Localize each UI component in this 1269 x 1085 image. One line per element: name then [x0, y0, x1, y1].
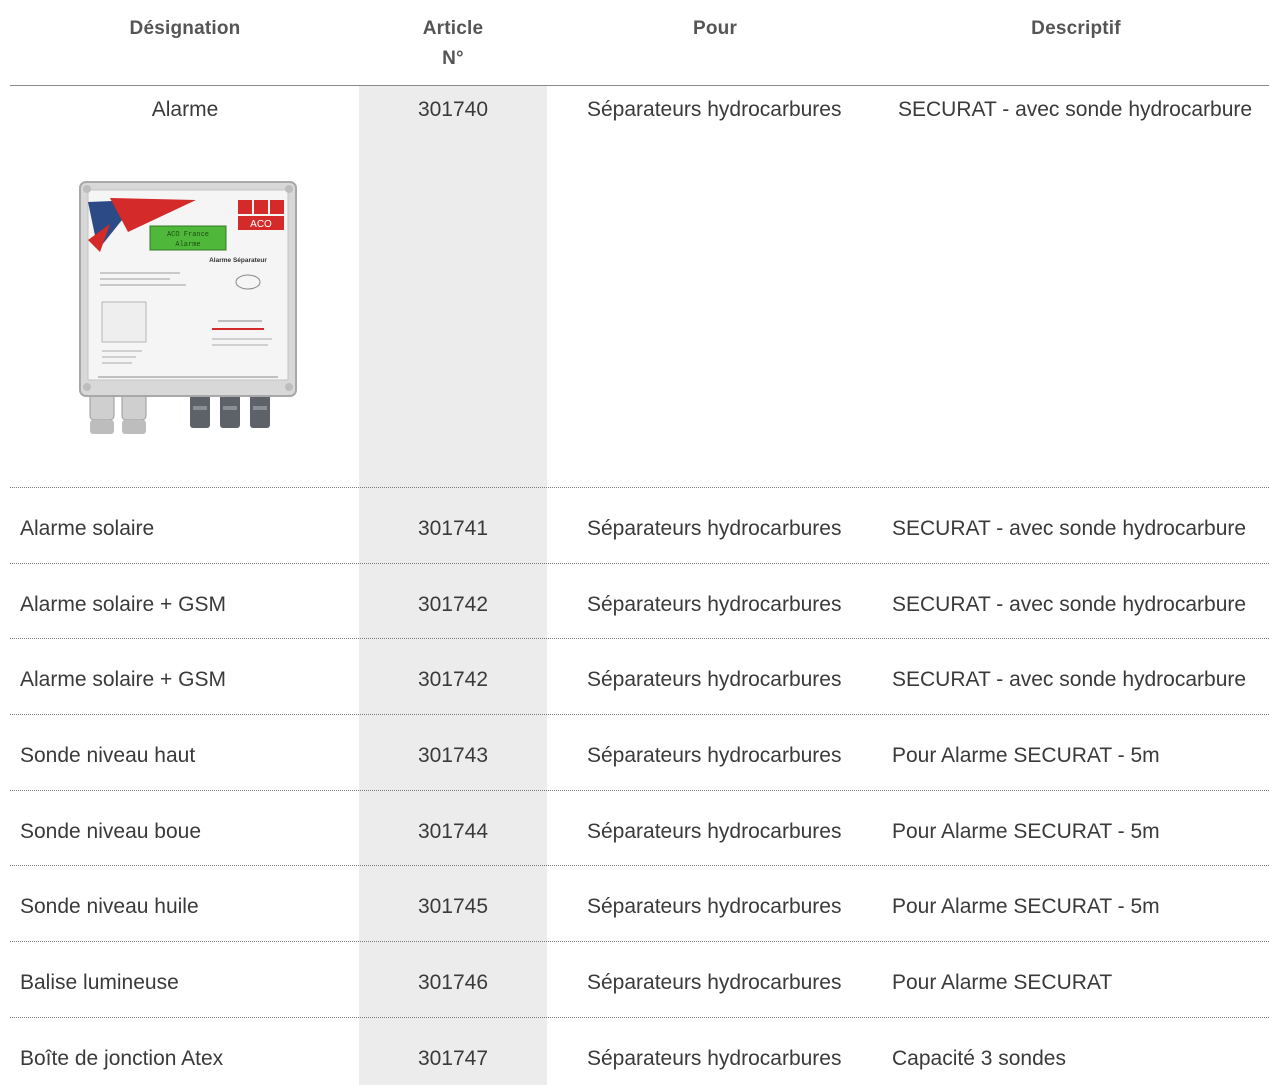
product-table: Désignation Article N° Pour Descriptif A… [0, 0, 1269, 1085]
cell-designation: Balise lumineuse [20, 971, 179, 994]
cell-article: 301742 [417, 593, 489, 616]
row-divider [10, 1017, 1269, 1018]
cell-pour: Séparateurs hydrocarbures [587, 744, 842, 767]
row-divider [10, 941, 1269, 942]
cell-descriptif: SECURAT - avec sonde hydrocarbure [892, 668, 1247, 691]
header-designation: Désignation [129, 18, 241, 39]
cell-descriptif: Pour Alarme SECURAT - 5m [892, 744, 1160, 767]
table-header: Désignation Article N° Pour Descriptif [0, 0, 1269, 86]
header-article-line1: Article [422, 18, 484, 39]
cell-article: 301741 [417, 517, 489, 540]
row-divider [10, 714, 1269, 715]
header-pour: Pour [692, 18, 738, 39]
row-divider [10, 563, 1269, 564]
cell-pour: Séparateurs hydrocarbures [587, 971, 842, 994]
svg-text:Alarme Séparateur: Alarme Séparateur [209, 257, 267, 264]
cell-article: 301740 [417, 98, 489, 121]
cell-pour: Séparateurs hydrocarbures [587, 820, 842, 843]
cell-article: 301747 [417, 1047, 489, 1070]
row-divider [10, 487, 1269, 488]
cell-pour: Séparateurs hydrocarbures [587, 895, 842, 918]
row-divider [10, 638, 1269, 639]
cell-pour: Séparateurs hydrocarbures [587, 1047, 842, 1070]
cell-pour: Séparateurs hydrocarbures [587, 593, 842, 616]
cell-designation: Alarme solaire [20, 517, 155, 540]
row-divider [10, 790, 1269, 791]
cell-descriptif: Pour Alarme SECURAT - 5m [892, 895, 1160, 918]
cell-designation: Sonde niveau haut [20, 744, 196, 767]
cell-designation: Alarme solaire + GSM [20, 668, 226, 691]
cell-designation: Sonde niveau huile [20, 895, 199, 918]
cell-descriptif: SECURAT - avec sonde hydrocarbure [892, 517, 1247, 540]
cell-designation: Alarme solaire + GSM [20, 593, 226, 616]
svg-text:Alarme: Alarme [175, 241, 200, 249]
cell-article: 301745 [417, 895, 489, 918]
header-article-line2: N° [442, 48, 464, 69]
article-column-shading [359, 86, 547, 1085]
cell-pour: Séparateurs hydrocarbures [587, 668, 842, 691]
svg-text:ACO: ACO [250, 219, 272, 230]
cell-designation: Alarme [151, 98, 219, 121]
cell-article: 301742 [417, 668, 489, 691]
cell-descriptif: SECURAT - avec sonde hydrocarbure [898, 98, 1253, 121]
cell-article: 301746 [417, 971, 489, 994]
cell-descriptif: Pour Alarme SECURAT - 5m [892, 820, 1160, 843]
header-descriptif: Descriptif [1031, 18, 1121, 39]
cell-descriptif: Capacité 3 sondes [892, 1047, 1066, 1070]
header-article: Article N° [359, 14, 547, 74]
cell-article: 301744 [417, 820, 489, 843]
svg-text:ACO France: ACO France [167, 231, 209, 239]
cell-descriptif: Pour Alarme SECURAT [892, 971, 1113, 994]
alarm-unit-image: ACO ACO France Alarme Alarme Séparateur [79, 181, 297, 434]
row-divider [10, 865, 1269, 866]
cell-pour: Séparateurs hydrocarbures [587, 517, 842, 540]
cell-article: 301743 [417, 744, 489, 767]
cell-designation: Sonde niveau boue [20, 820, 201, 843]
cell-designation: Boîte de jonction Atex [20, 1047, 224, 1070]
header-divider [10, 85, 1269, 86]
cell-pour: Séparateurs hydrocarbures [587, 98, 842, 121]
cell-descriptif: SECURAT - avec sonde hydrocarbure [892, 593, 1247, 616]
